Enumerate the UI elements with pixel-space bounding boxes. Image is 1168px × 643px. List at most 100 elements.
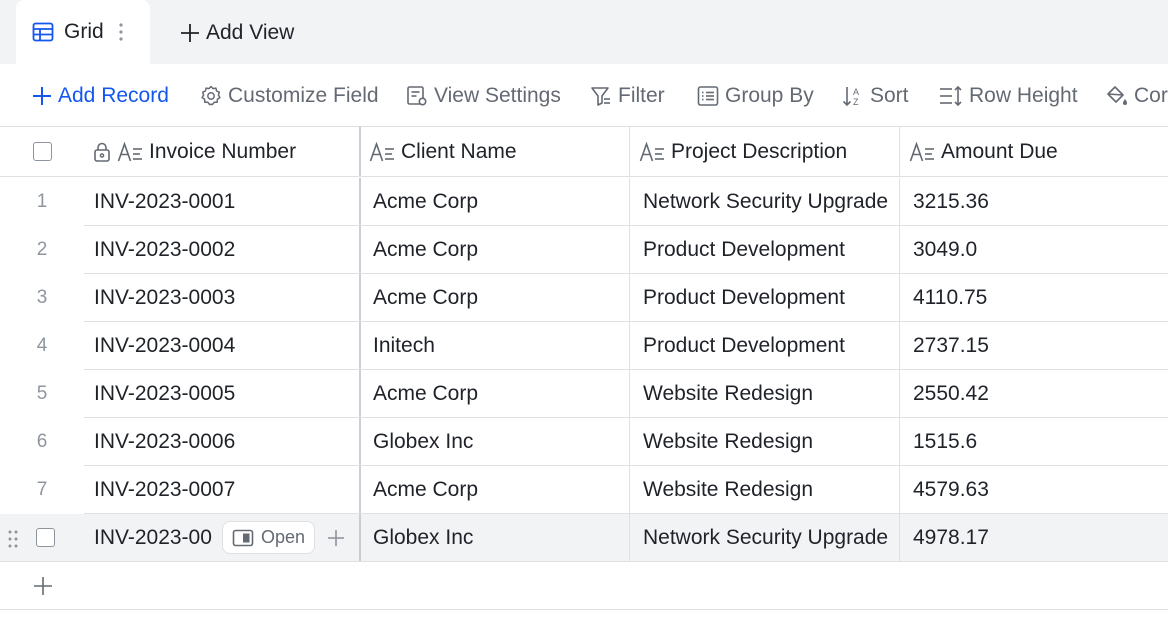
column-header-client-name[interactable]: Client Name: [369, 127, 629, 176]
cell-amount-due[interactable]: 2737.15: [913, 322, 1163, 370]
cell-amount-due[interactable]: 1515.6: [913, 418, 1163, 466]
cell-project-description[interactable]: Product Development: [643, 322, 897, 370]
cell-client-name[interactable]: Acme Corp: [373, 274, 627, 322]
group-by-button[interactable]: Group By: [697, 83, 814, 109]
column-header-label: Client Name: [401, 139, 517, 163]
open-record-button[interactable]: Open: [222, 521, 316, 554]
column-divider: [899, 178, 900, 226]
view-settings-button[interactable]: View Settings: [406, 83, 561, 109]
cell-client-name[interactable]: Initech: [373, 322, 627, 370]
text-field-icon: [117, 141, 142, 161]
frozen-column-divider: [359, 418, 361, 466]
color-label: Cor: [1134, 84, 1168, 107]
customize-field-button[interactable]: Customize Field: [200, 83, 379, 109]
cell-invoice-number[interactable]: INV-2023-0002: [94, 226, 356, 274]
grid-table-icon: [32, 22, 54, 42]
cell-project-description[interactable]: Website Redesign: [643, 370, 897, 418]
column-divider: [629, 418, 630, 466]
frozen-column-divider: [359, 178, 361, 226]
cell-invoice-number[interactable]: INV-2023-0003: [94, 274, 356, 322]
cell-amount-due[interactable]: 3049.0: [913, 226, 1163, 274]
table-row[interactable]: 4 INV-2023-0004 Initech Product Developm…: [0, 322, 1168, 370]
cell-client-name[interactable]: Acme Corp: [373, 466, 627, 514]
table-row-hovered[interactable]: INV-2023-00 Open Globex Inc Network Secu…: [0, 514, 1168, 562]
column-divider: [899, 322, 900, 370]
data-grid: Invoice Number Client Name Project Descr…: [0, 126, 1168, 643]
column-divider: [899, 127, 900, 176]
cell-invoice-number[interactable]: INV-2023-0007: [94, 466, 356, 514]
cell-client-name[interactable]: Acme Corp: [373, 178, 627, 226]
table-row[interactable]: 5 INV-2023-0005 Acme Corp Website Redesi…: [0, 370, 1168, 418]
row-number: 3: [36, 287, 48, 308]
group-list-icon: [697, 86, 719, 106]
column-header-label: Invoice Number: [149, 139, 297, 163]
add-view-label: Add View: [206, 21, 295, 44]
cell-amount-due[interactable]: 4978.17: [913, 514, 1163, 562]
cell-invoice-number[interactable]: INV-2023-0006: [94, 418, 356, 466]
drag-handle-icon[interactable]: [7, 529, 19, 549]
row-select-checkbox[interactable]: [36, 528, 55, 547]
table-row[interactable]: 2 INV-2023-0002 Acme Corp Product Develo…: [0, 226, 1168, 274]
table-row[interactable]: 7 INV-2023-0007 Acme Corp Website Redesi…: [0, 466, 1168, 514]
cell-project-description[interactable]: Website Redesign: [643, 418, 897, 466]
sort-icon: A Z: [842, 87, 859, 107]
cell-project-description[interactable]: Network Security Upgrade: [643, 178, 897, 226]
column-header-label: Amount Due: [941, 139, 1058, 163]
row-number: 5: [36, 383, 48, 404]
frozen-column-divider[interactable]: [359, 127, 361, 176]
cell-invoice-number[interactable]: INV-2023-0004: [94, 322, 356, 370]
cell-client-name[interactable]: Acme Corp: [373, 226, 627, 274]
plus-icon: [181, 24, 199, 42]
cell-amount-due[interactable]: 3215.36: [913, 178, 1163, 226]
column-header-amount-due[interactable]: Amount Due: [909, 127, 1168, 176]
cell-invoice-number[interactable]: INV-2023-00: [94, 514, 212, 562]
frozen-column-divider: [359, 226, 361, 274]
column-divider: [629, 370, 630, 418]
cell-project-description[interactable]: Product Development: [643, 226, 897, 274]
table-row[interactable]: 1 INV-2023-0001 Acme Corp Network Securi…: [0, 178, 1168, 226]
column-divider: [899, 274, 900, 322]
frozen-column-divider: [359, 274, 361, 322]
select-all-checkbox[interactable]: [32, 142, 52, 161]
color-button[interactable]: Cor: [1106, 83, 1168, 109]
vertical-dots-icon[interactable]: [116, 20, 126, 44]
cell-amount-due[interactable]: 4579.63: [913, 466, 1163, 514]
row-height-button[interactable]: Row Height: [939, 83, 1078, 109]
row-number: 7: [36, 479, 48, 500]
cell-amount-due[interactable]: 2550.42: [913, 370, 1163, 418]
frozen-column-divider: [359, 514, 361, 562]
cell-project-description[interactable]: Product Development: [643, 274, 897, 322]
cell-client-name[interactable]: Acme Corp: [373, 370, 627, 418]
sort-button[interactable]: A Z Sort: [842, 83, 909, 109]
cell-client-name[interactable]: Globex Inc: [373, 418, 627, 466]
cell-client-name[interactable]: Globex Inc: [373, 514, 627, 562]
plus-icon[interactable]: [327, 529, 345, 547]
column-header-project-description[interactable]: Project Description: [639, 127, 899, 176]
text-field-icon: [369, 141, 394, 161]
row-number: 4: [36, 335, 48, 356]
add-view-button[interactable]: Add View: [180, 20, 294, 46]
tab-grid-label: Grid: [64, 20, 104, 43]
add-record-button[interactable]: Add Record: [32, 83, 169, 109]
frozen-column-divider: [359, 370, 361, 418]
add-row-button[interactable]: [0, 562, 1168, 610]
group-by-label: Group By: [725, 84, 814, 107]
expand-record-icon: [232, 529, 254, 546]
column-divider: [899, 370, 900, 418]
filter-button[interactable]: Filter: [590, 83, 665, 109]
filter-label: Filter: [618, 84, 665, 107]
cell-invoice-number[interactable]: INV-2023-0005: [94, 370, 356, 418]
tab-grid[interactable]: Grid: [16, 0, 150, 64]
cell-project-description[interactable]: Network Security Upgrade: [643, 514, 897, 562]
toolbar: Add Record Customize Field View Settings…: [0, 64, 1168, 126]
view-settings-label: View Settings: [434, 84, 561, 107]
cell-amount-due[interactable]: 4110.75: [913, 274, 1163, 322]
cell-invoice-number[interactable]: INV-2023-0001: [94, 178, 356, 226]
table-row[interactable]: 6 INV-2023-0006 Globex Inc Website Redes…: [0, 418, 1168, 466]
table-row[interactable]: 3 INV-2023-0003 Acme Corp Product Develo…: [0, 274, 1168, 322]
row-number: 1: [36, 191, 48, 212]
column-divider: [629, 127, 630, 176]
column-header-label: Project Description: [671, 139, 848, 163]
column-header-invoice-number[interactable]: Invoice Number: [93, 127, 360, 176]
cell-project-description[interactable]: Website Redesign: [643, 466, 897, 514]
